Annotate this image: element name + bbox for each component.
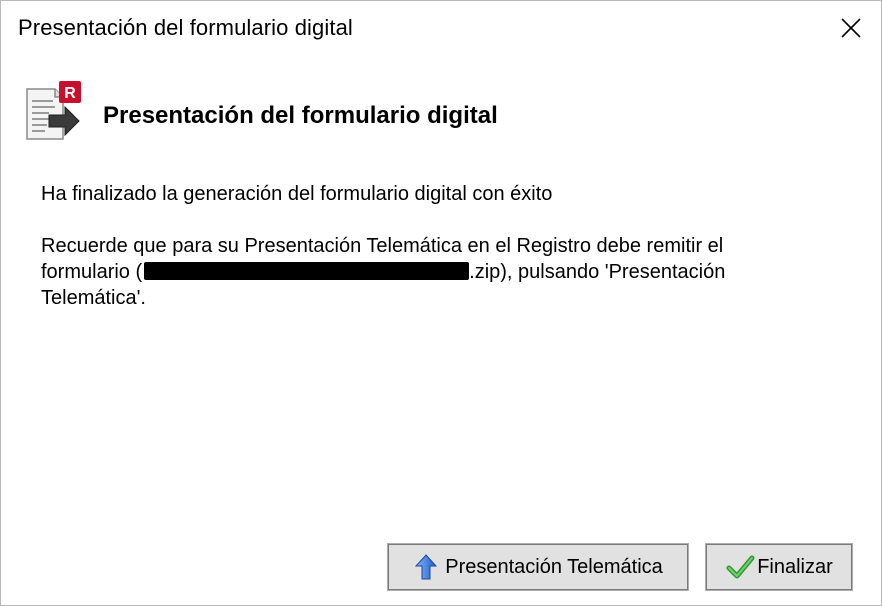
redacted-filename xyxy=(144,262,470,280)
finalizar-button[interactable]: Finalizar xyxy=(705,543,853,591)
close-button[interactable] xyxy=(821,1,881,55)
svg-text:R: R xyxy=(64,85,76,102)
instruction-message: Recuerde que para su Presentación Telemá… xyxy=(41,233,801,311)
close-icon xyxy=(841,18,861,38)
checkmark-icon xyxy=(726,555,755,579)
dialog-header: R Presentación del formulario digital xyxy=(21,81,861,147)
title-bar: Presentación del formulario digital xyxy=(1,1,881,55)
presentacion-telematica-button[interactable]: Presentación Telemática xyxy=(387,543,689,591)
presentacion-telematica-label: Presentación Telemática xyxy=(445,555,663,578)
success-message: Ha finalizado la generación del formular… xyxy=(41,183,553,205)
window-title: Presentación del formulario digital xyxy=(18,15,353,40)
document-send-icon: R xyxy=(26,81,81,140)
dialog-heading: Presentación del formulario digital xyxy=(103,102,498,129)
dialog-window: Presentación del formulario digital R Pr xyxy=(0,0,882,606)
arrow-up-icon xyxy=(415,554,438,580)
finalizar-label: Finalizar xyxy=(757,555,833,578)
